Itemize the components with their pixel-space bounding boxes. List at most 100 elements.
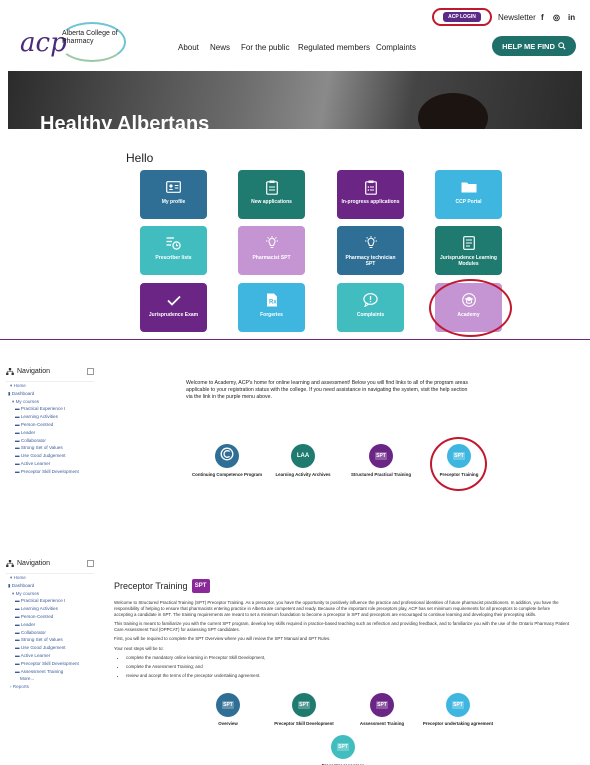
tile-in-progress-applications[interactable]: In-progress applications <box>337 170 404 219</box>
highlight-ring-preceptor-training <box>430 437 487 491</box>
nav-item-person-centred[interactable]: ▬ Person-Centred <box>6 613 94 621</box>
nav-item-learning-activities[interactable]: ▬ Learning Activities <box>6 605 94 613</box>
course-preceptor-undertaking-agreement[interactable]: SPT Preceptor undertaking agreement <box>422 693 494 726</box>
navigation-header: Navigation <box>6 560 94 567</box>
folder-icon <box>461 179 477 195</box>
tile-jurisprudence-exam[interactable]: Jurisprudence Exam <box>140 283 207 332</box>
nav-item-reports[interactable]: › Reports <box>6 683 94 691</box>
course-assessment-training[interactable]: SPT Assessment Training <box>346 693 418 726</box>
nav-item-strong-set-of-values[interactable]: ▬ Strong Set of Values <box>6 444 94 452</box>
newsletter-link[interactable]: Newsletter <box>498 13 536 22</box>
document-icon <box>461 235 477 251</box>
tile-my-profile[interactable]: My profile <box>140 170 207 219</box>
tile-ccp-portal[interactable]: CCP Portal <box>435 170 502 219</box>
nav-about[interactable]: About <box>178 43 199 52</box>
spt-logo-icon: SPT <box>191 579 210 593</box>
hero-title: Healthy Albertans <box>40 113 210 129</box>
tile-pharmacy-technician-spt[interactable]: Pharmacy technician SPT <box>337 226 404 275</box>
search-icon <box>558 42 566 50</box>
nav-item-home[interactable]: ▾ Home <box>6 574 94 582</box>
nav-item-preceptor-skill-development[interactable]: ▬ Preceptor Skill Development <box>6 660 94 668</box>
nav-complaints[interactable]: Complaints <box>376 43 416 52</box>
course-structured-practical-training[interactable]: SPT Structured Practical Training <box>345 444 417 477</box>
intro-paragraph-1: Welcome to Structured Practical Training… <box>114 600 559 617</box>
course-preceptor-resources[interactable]: SPTPreceptor resources <box>307 735 379 765</box>
navigation-list: ▾ Home ▮ Dashboard ▾ My courses ▬ Practical… <box>6 381 94 476</box>
sitemap-icon <box>6 368 14 375</box>
acp-logo[interactable]: acp <box>20 28 67 58</box>
nav-item-home[interactable]: ▾ Home <box>6 382 94 390</box>
tile-pharmacist-spt[interactable]: Pharmacist SPT <box>238 226 305 275</box>
course-preceptor-skill-development[interactable]: SPT Preceptor Skill Development <box>268 693 340 726</box>
nav-item-practical-experience-i[interactable]: ▬ Practical Experience I <box>6 597 94 605</box>
tile-forgeries[interactable]: Rx Forgeries <box>238 283 305 332</box>
section-divider <box>0 339 590 340</box>
nav-item-active-learner[interactable]: ▬ Active Learner <box>6 652 94 660</box>
nav-item-dashboard[interactable]: ▮ Dashboard <box>6 390 94 398</box>
nav-item-my-courses[interactable]: ▾ My courses <box>6 590 94 598</box>
greeting: Hello <box>126 151 154 165</box>
collapse-block-icon[interactable] <box>87 368 94 375</box>
tile-label: Pharmacy technician SPT <box>345 255 396 267</box>
cc-icon <box>220 447 234 466</box>
intro-paragraph-3: First, you will be required to complete … <box>114 636 331 642</box>
svg-text:Rx: Rx <box>269 300 277 306</box>
prescription-icon: Rx <box>264 292 280 308</box>
acp-login-button[interactable]: ACP LOGIN <box>432 8 492 26</box>
clipboard-icon <box>264 179 280 195</box>
course-label: Assessment Training <box>359 721 405 726</box>
tile-complaints[interactable]: Complaints <box>337 283 404 332</box>
nav-for-the-public[interactable]: For the public <box>241 43 289 52</box>
help-me-find-button[interactable]: HELP ME FIND <box>492 36 576 56</box>
next-step-item: complete the Assessment Training; and <box>126 664 570 670</box>
nav-item-practical-experience-i[interactable]: ▬ Practical Experience I <box>6 405 94 413</box>
nav-item-my-courses[interactable]: ▾ My courses <box>6 398 94 406</box>
collapse-block-icon[interactable] <box>87 560 94 567</box>
spt-icon: SPT <box>376 701 388 709</box>
intro-paragraph-4: Your next steps will be to: <box>114 645 164 651</box>
nav-item-collaborator[interactable]: ▬ Collaborator <box>6 437 94 445</box>
preceptor-intro: Welcome to Structured Practical Training… <box>114 600 570 682</box>
help-me-find-label: HELP ME FIND <box>502 41 555 51</box>
academy-welcome-text: Welcome to Academy, ACP's home for onlin… <box>186 380 468 400</box>
nav-item-more[interactable]: More... <box>6 675 94 683</box>
nav-item-assessment-training[interactable]: ▬ Assessment Training <box>6 668 94 676</box>
nav-item-leader[interactable]: ▬ Leader <box>6 621 94 629</box>
spt-icon: SPT <box>375 452 387 460</box>
course-continuing-competence-program[interactable]: Continuing Competence Program <box>191 444 263 477</box>
spt-icon: SPT <box>337 743 349 751</box>
nav-item-leader[interactable]: ▬ Leader <box>6 429 94 437</box>
nav-item-collaborator[interactable]: ▬ Collaborator <box>6 629 94 637</box>
nav-item-use-good-judgement[interactable]: ▬ Use Good Judgement <box>6 452 94 460</box>
nav-item-active-learner[interactable]: ▬ Active Learner <box>6 460 94 468</box>
course-overview[interactable]: SPT Overview <box>192 693 264 726</box>
course-label: Learning Activity Archives <box>275 472 331 477</box>
page-title: Preceptor Training SPT <box>114 579 210 593</box>
tile-jurisprudence-learning-modules[interactable]: Jurisprudence Learning Modules <box>435 226 502 275</box>
nav-item-dashboard[interactable]: ▮ Dashboard <box>6 582 94 590</box>
course-learning-activity-archives[interactable]: LAA Learning Activity Archives <box>267 444 339 477</box>
nav-item-strong-set-of-values[interactable]: ▬ Strong Set of Values <box>6 636 94 644</box>
nav-news[interactable]: News <box>210 43 230 52</box>
highlight-ring-academy <box>429 279 512 337</box>
tile-label: Pharmacist SPT <box>252 255 291 261</box>
course-label: Continuing Competence Program <box>191 472 262 477</box>
spt-icon: SPT <box>452 701 464 709</box>
linkedin-icon[interactable]: in <box>568 13 575 22</box>
speech-alert-icon <box>363 292 379 308</box>
nav-item-person-centred[interactable]: ▬ Person-Centred <box>6 421 94 429</box>
lightbulb-icon <box>363 235 379 251</box>
id-card-icon <box>166 179 182 195</box>
nav-item-use-good-judgement[interactable]: ▬ Use Good Judgement <box>6 644 94 652</box>
nav-item-learning-activities[interactable]: ▬ Learning Activities <box>6 413 94 421</box>
tile-label: My profile <box>161 199 186 205</box>
nav-item-preceptor-skill-development[interactable]: ▬ Preceptor Skill Development <box>6 468 94 476</box>
tile-label: In-progress applications <box>341 199 400 205</box>
nav-regulated-members[interactable]: Regulated members <box>298 43 370 52</box>
instagram-icon[interactable]: ◎ <box>553 13 560 22</box>
facebook-icon[interactable]: f <box>541 13 544 22</box>
tile-new-applications[interactable]: New applications <box>238 170 305 219</box>
tile-prescriber-lists[interactable]: Prescriber lists <box>140 226 207 275</box>
next-steps-list: complete the mandatory online learning i… <box>126 655 570 679</box>
next-step-item: complete the mandatory online learning i… <box>126 655 570 661</box>
